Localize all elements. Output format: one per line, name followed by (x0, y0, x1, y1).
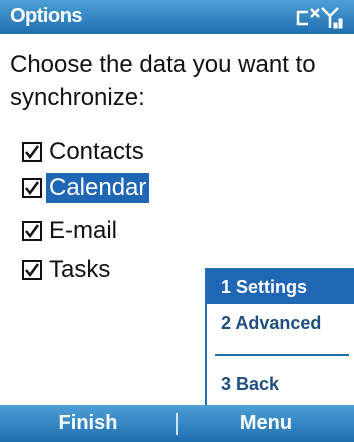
option-tasks[interactable]: Tasks (22, 255, 113, 285)
email-label: E-mail (49, 217, 118, 244)
option-email[interactable]: E-mail (22, 216, 120, 246)
popup-menu: 1 Settings 2 Advanced 3 Back (205, 268, 354, 406)
menu-item-settings[interactable]: 1 Settings (207, 270, 354, 304)
email-checkbox[interactable] (22, 221, 42, 241)
tasks-checkbox[interactable] (22, 260, 42, 280)
menu-softkey[interactable]: Menu (178, 405, 354, 442)
tasks-label: Tasks (49, 256, 111, 283)
checkmark-icon (25, 181, 40, 196)
contacts-label: Contacts (49, 138, 144, 165)
calendar-checkbox[interactable] (22, 178, 42, 198)
status-icons (294, 4, 346, 30)
calendar-label: Calendar (46, 173, 150, 203)
screen-title: Options (10, 5, 83, 27)
contacts-checkbox[interactable] (22, 142, 42, 162)
checkmark-icon (25, 224, 40, 239)
checkmark-icon (25, 145, 40, 160)
menu-item-back[interactable]: 3 Back (207, 367, 354, 401)
option-contacts[interactable]: Contacts (22, 137, 147, 167)
finish-softkey[interactable]: Finish (0, 405, 176, 442)
sync-disconnected-icon (296, 8, 320, 26)
menu-divider (215, 354, 349, 356)
signal-strength-icon (321, 7, 343, 29)
option-calendar[interactable]: Calendar (22, 173, 150, 203)
title-bar: Options (0, 0, 354, 34)
menu-item-advanced[interactable]: 2 Advanced (207, 306, 354, 340)
softkey-bar: Finish Menu (0, 405, 354, 442)
checkmark-icon (25, 263, 40, 278)
instruction-text: Choose the data you want to synchronize: (10, 51, 316, 111)
